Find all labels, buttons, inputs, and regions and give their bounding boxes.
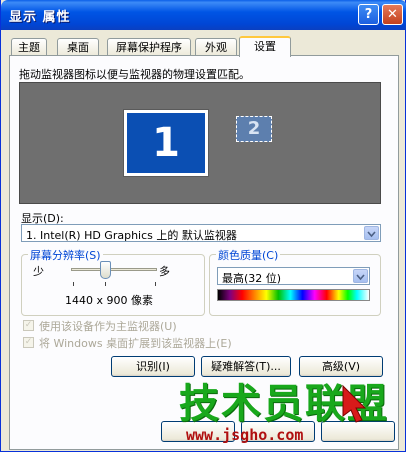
close-icon: ✕ — [387, 7, 398, 22]
monitor-arrangement-area: 1 2 — [19, 82, 381, 204]
color-quality-group-title: 颜色质量(C) — [216, 247, 281, 263]
display-select[interactable]: 1. Intel(R) HD Graphics 上的 默认监视器 — [21, 224, 381, 242]
tab-appearance[interactable]: 外观 — [195, 38, 237, 56]
resolution-group-title: 屏幕分辨率(S) — [28, 247, 103, 263]
help-button[interactable]: ? — [358, 4, 379, 25]
monitor-2[interactable]: 2 — [236, 116, 272, 142]
tab-settings[interactable]: 设置 — [239, 36, 291, 57]
title-bar[interactable]: 显示 属性 ? ✕ — [1, 0, 406, 30]
watermark-url: www.jsgho.com — [186, 426, 304, 444]
color-spectrum-preview — [217, 289, 370, 301]
extend-desktop-checkbox[interactable]: ✓ — [23, 337, 34, 348]
identify-button[interactable]: 识别(I) — [111, 356, 195, 377]
display-properties-window: 显示 属性 ? ✕ 主题 桌面 屏幕保护程序 外观 设置 拖动监视器图标以便与监… — [0, 0, 406, 452]
resolution-slider-track[interactable] — [71, 268, 157, 271]
extend-desktop-label: 将 Windows 桌面扩展到该监视器上(E) — [39, 337, 232, 350]
resolution-slider-thumb[interactable] — [100, 261, 111, 279]
chevron-down-icon[interactable] — [364, 226, 379, 240]
tab-themes[interactable]: 主题 — [11, 38, 47, 56]
window-title: 显示 属性 — [9, 10, 71, 25]
advanced-button[interactable]: 高级(V) — [299, 356, 383, 377]
primary-monitor-label: 使用该设备作为主监视器(U) — [39, 320, 177, 333]
resolution-less-label: 少 — [33, 265, 44, 278]
slider-tick — [105, 282, 106, 286]
slider-tick — [73, 282, 74, 286]
display-select-value: 1. Intel(R) HD Graphics 上的 默认监视器 — [26, 229, 237, 242]
primary-monitor-checkbox[interactable]: ✓ — [23, 320, 34, 331]
resolution-more-label: 多 — [159, 265, 170, 278]
resolution-value: 1440 x 900 像素 — [65, 294, 153, 307]
troubleshoot-button[interactable]: 疑难解答(T)... — [201, 356, 291, 377]
chevron-down-icon[interactable] — [353, 269, 368, 283]
instruction-text: 拖动监视器图标以便与监视器的物理设置匹配。 — [19, 68, 250, 81]
tab-screensaver[interactable]: 屏幕保护程序 — [107, 38, 191, 56]
color-quality-value: 最高(32 位) — [222, 272, 282, 285]
slider-tick — [155, 282, 156, 286]
color-quality-select[interactable]: 最高(32 位) — [217, 267, 370, 285]
tab-desktop[interactable]: 桌面 — [57, 38, 99, 56]
help-icon: ? — [364, 7, 373, 22]
close-button[interactable]: ✕ — [382, 4, 403, 25]
monitor-1[interactable]: 1 — [123, 109, 209, 177]
red-arrow-icon — [342, 384, 367, 423]
